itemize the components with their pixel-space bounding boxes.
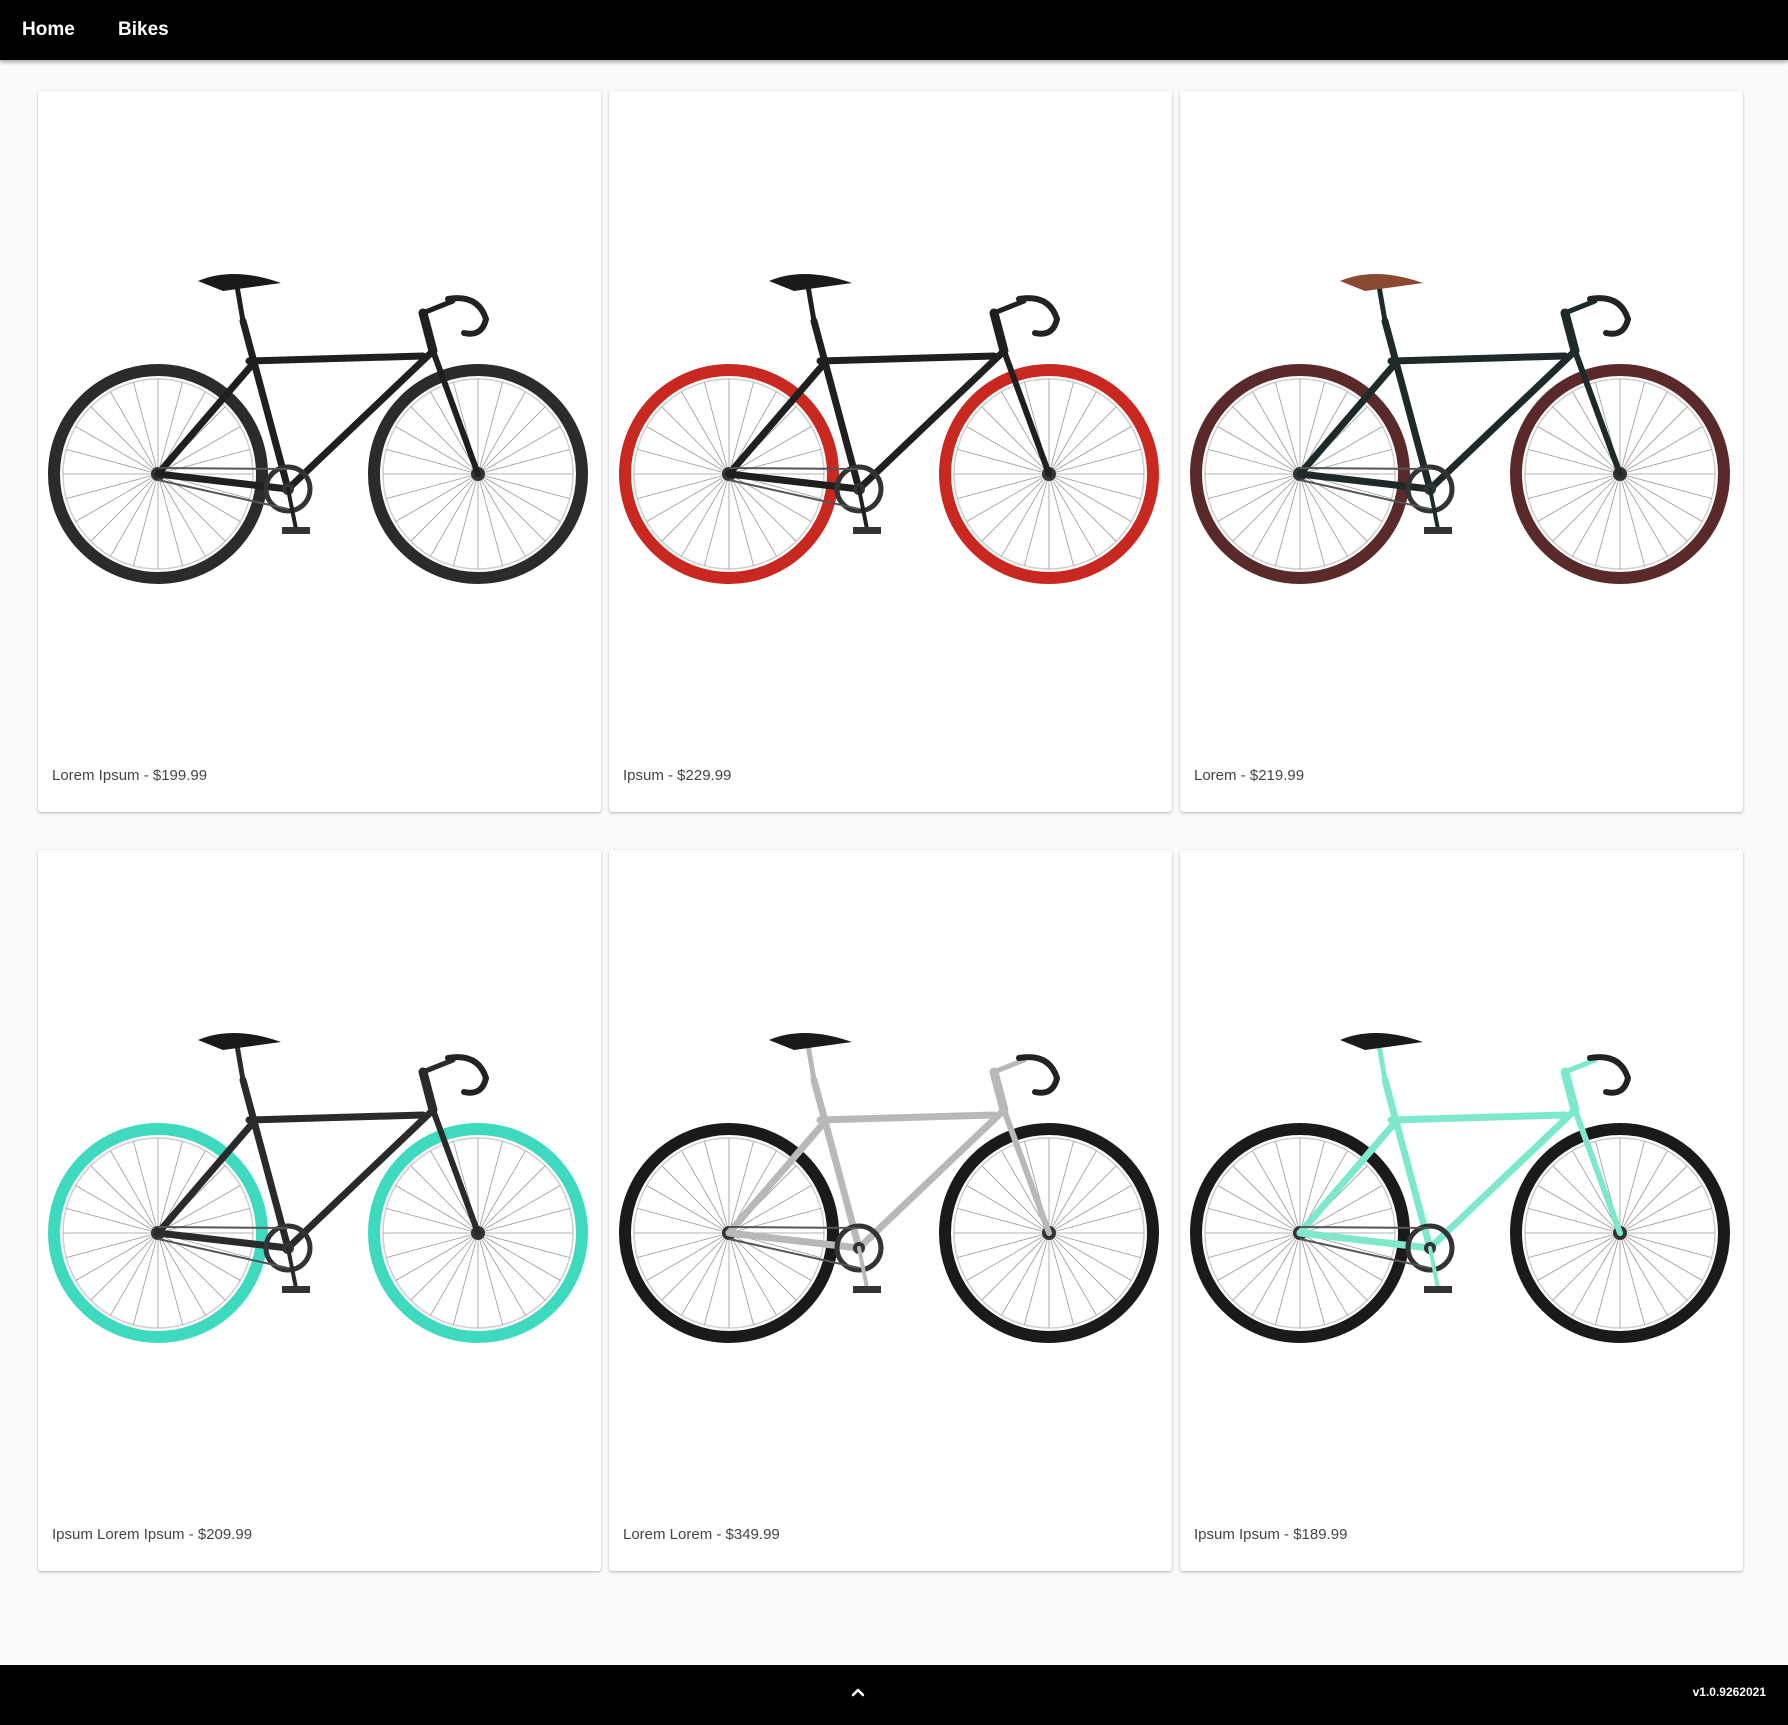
version-label: v1.0.9262021	[1692, 1685, 1766, 1699]
product-caption: Ipsum - $229.99	[623, 767, 732, 784]
nav-bikes-link[interactable]: Bikes	[118, 19, 169, 41]
product-caption: Lorem Ipsum - $199.99	[52, 767, 208, 784]
bike-image	[48, 1032, 588, 1343]
product-card[interactable]: Lorem - $219.99	[1180, 91, 1743, 812]
product-caption: Ipsum Lorem Ipsum - $209.99	[52, 1526, 253, 1543]
top-navbar: Home Bikes	[0, 0, 1788, 60]
footer-bar: v1.0.9262021	[0, 1665, 1788, 1725]
bike-image	[1190, 1032, 1730, 1343]
product-caption: Lorem Lorem - $349.99	[623, 1526, 780, 1543]
bike-image	[619, 273, 1159, 584]
nav-home-link[interactable]: Home	[22, 19, 75, 41]
bike-image	[1190, 273, 1730, 584]
product-card[interactable]: Ipsum - $229.99	[609, 91, 1172, 812]
product-caption: Ipsum Ipsum - $189.99	[1194, 1526, 1348, 1543]
chevron-up-icon[interactable]	[846, 1681, 870, 1705]
bike-image	[48, 273, 588, 584]
product-card[interactable]: Ipsum Ipsum - $189.99	[1180, 850, 1743, 1571]
bike-image	[619, 1032, 1159, 1343]
product-card[interactable]: Lorem Ipsum - $199.99	[38, 91, 601, 812]
product-card[interactable]: Lorem Lorem - $349.99	[609, 850, 1172, 1571]
product-caption: Lorem - $219.99	[1194, 767, 1305, 784]
product-card[interactable]: Ipsum Lorem Ipsum - $209.99	[38, 850, 601, 1571]
